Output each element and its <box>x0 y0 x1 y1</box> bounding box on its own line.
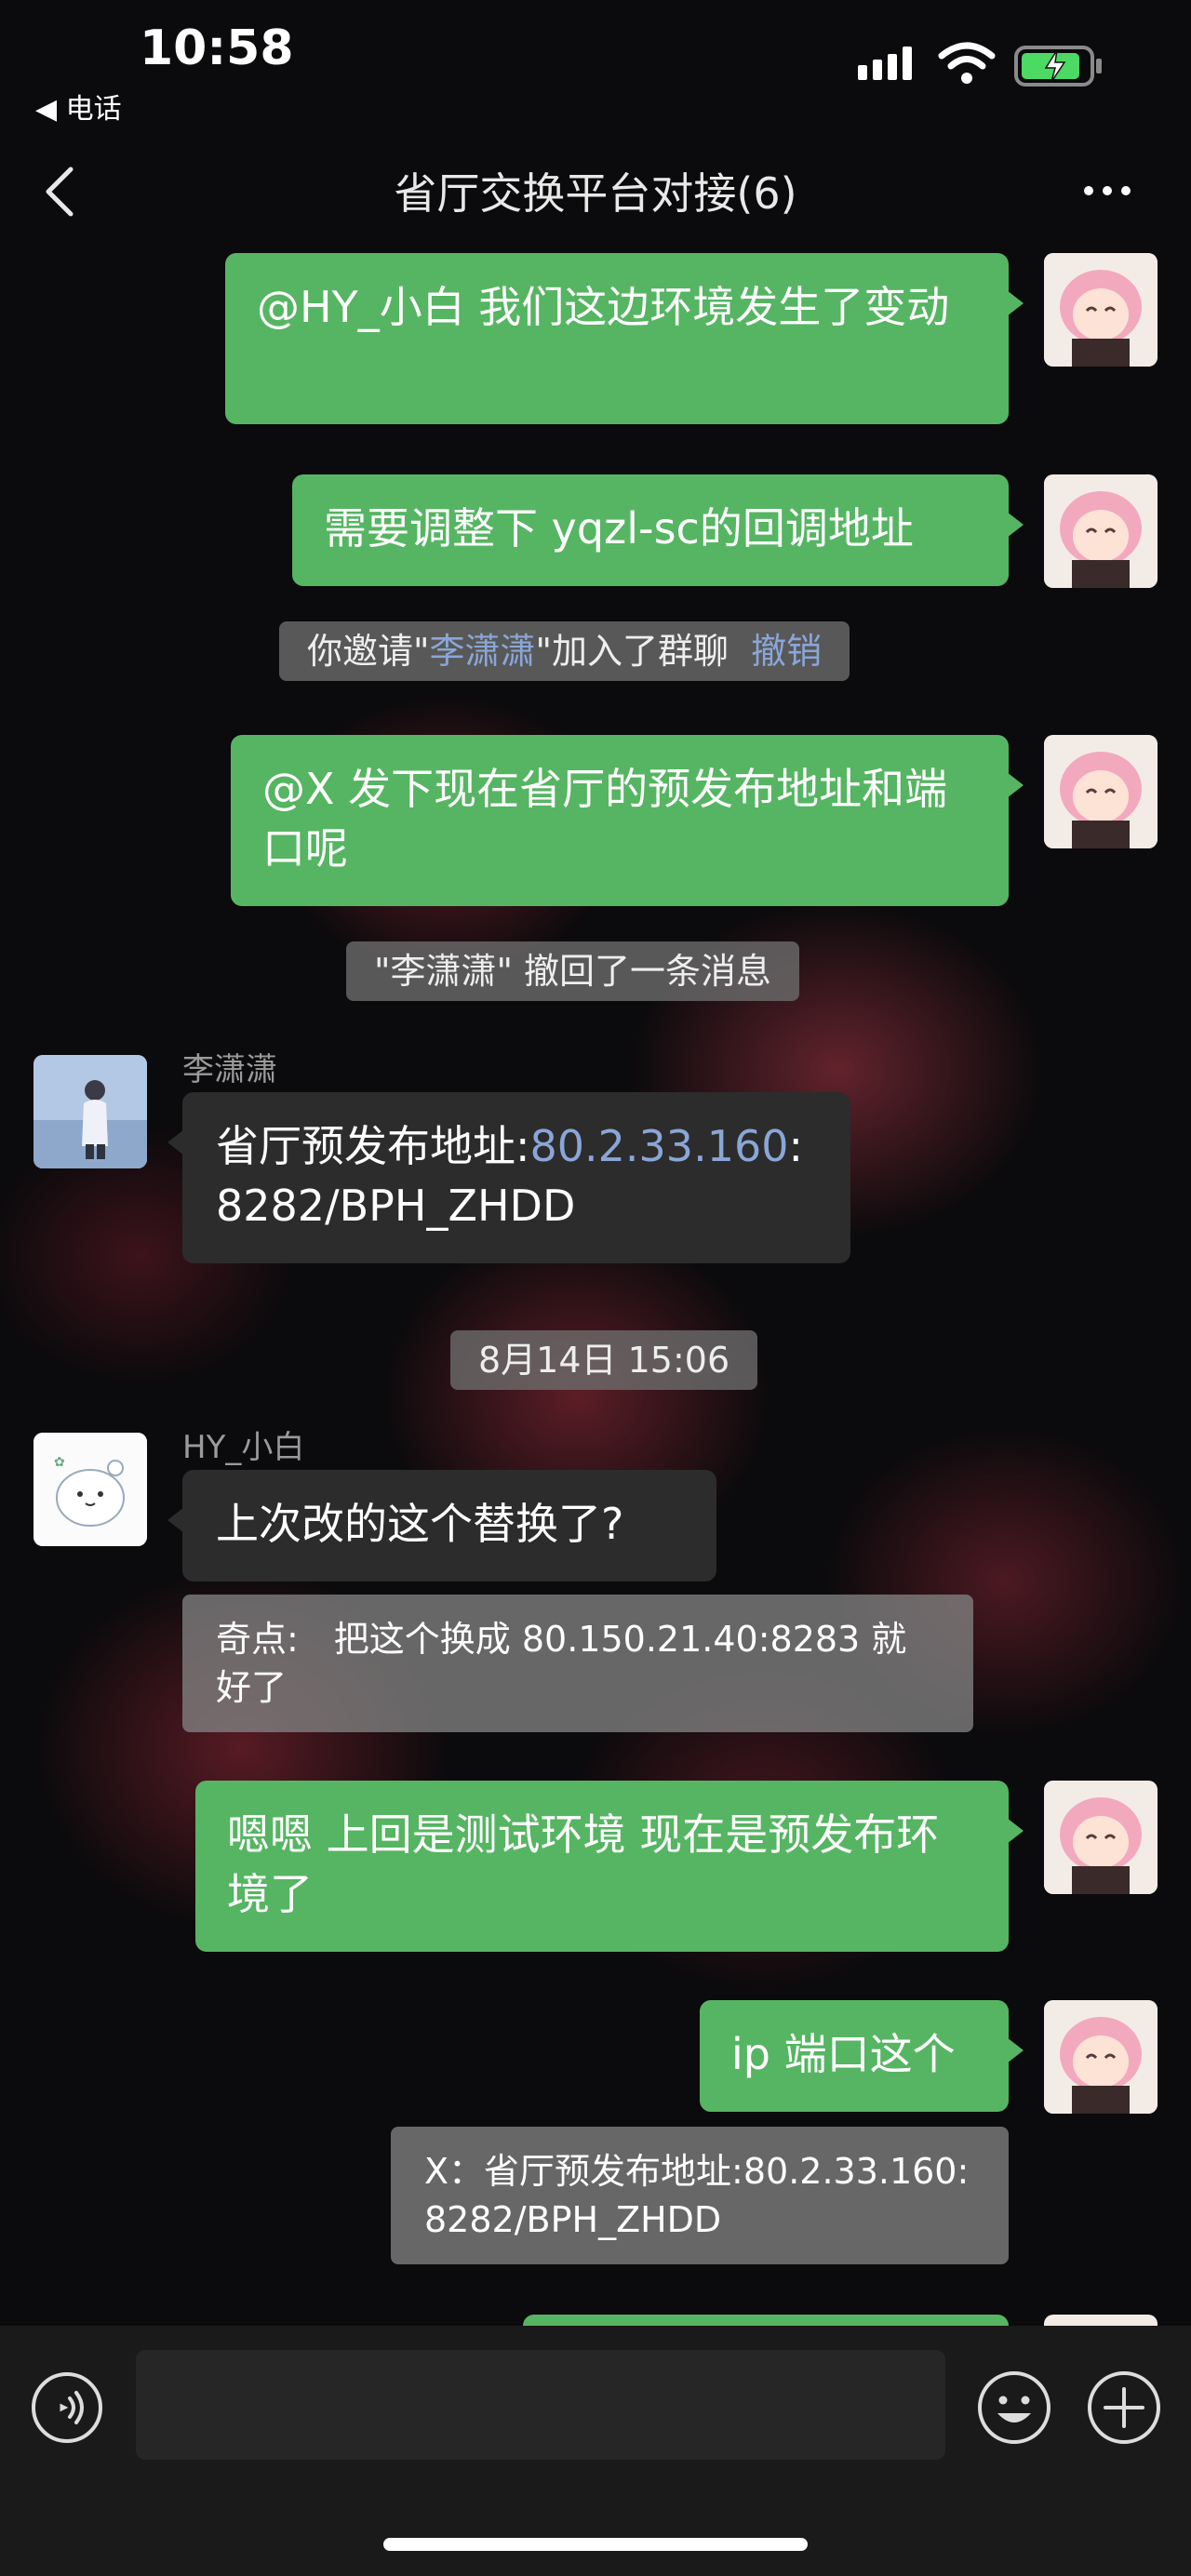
plus-icon[interactable] <box>1085 2369 1163 2447</box>
quote-text: X：省厅预发布地址:80.2.33.160:8282/BPH_ZHDD <box>424 2151 970 2240</box>
voice-icon[interactable] <box>30 2370 104 2445</box>
avatar[interactable] <box>33 1055 147 1168</box>
avatar-image <box>1044 735 1158 848</box>
emoji-icon[interactable] <box>975 2369 1053 2447</box>
message-text: ip 端口这个 <box>731 2029 956 2079</box>
message-text: @HY_小白 我们这边环境发生了变动 <box>257 282 950 332</box>
avatar-partial <box>1044 2315 1158 2326</box>
revoke-invite-link[interactable]: 撤销 <box>751 631 822 672</box>
avatar[interactable] <box>1044 735 1158 848</box>
address-link[interactable]: 80.2.33.160 <box>530 1121 789 1171</box>
sender-name: 李潇潇 <box>182 1051 277 1088</box>
timestamp: 8月14日 15:06 <box>450 1330 758 1390</box>
chat-title: 省厅交换平台对接(6) <box>394 168 797 219</box>
system-text: 你邀请" <box>307 631 430 672</box>
message-text: 省厅预发布地址: <box>216 1121 530 1171</box>
avatar[interactable] <box>1044 1781 1158 1894</box>
signal-icon <box>858 47 912 80</box>
sender-name: HY_小白 <box>182 1429 305 1466</box>
message-text: @X 发下现在省厅的预发布地址和端口呢 <box>262 764 948 874</box>
quoted-message[interactable]: X：省厅预发布地址:80.2.33.160:8282/BPH_ZHDD <box>391 2127 1009 2264</box>
status-time: 10:58 <box>140 20 294 76</box>
message-bubble-outgoing-partial[interactable] <box>523 2315 1009 2326</box>
message-input[interactable] <box>136 2350 945 2460</box>
back-to-app-link[interactable]: ◀ 电话 <box>35 86 122 127</box>
avatar[interactable] <box>1044 2000 1158 2114</box>
avatar-image <box>1044 474 1158 588</box>
avatar-image <box>1044 1781 1158 1894</box>
message-bubble-incoming[interactable]: 上次改的这个替换了? <box>167 1470 716 1582</box>
message-bubble-incoming[interactable]: 省厅预发布地址:80.2.33.160:8282/BPH_ZHDD <box>167 1092 850 1263</box>
message-text: 上次改的这个替换了? <box>216 1499 624 1549</box>
avatar-image <box>33 1055 147 1168</box>
avatar[interactable]: ✿ <box>33 1433 147 1546</box>
more-icon[interactable] <box>1084 186 1131 195</box>
message-text: 需要调整下 yqzl-sc的回调地址 <box>324 503 914 554</box>
avatar-image: ✿ <box>33 1433 147 1546</box>
message-text: 嗯嗯 上回是测试环境 现在是预发布环境了 <box>227 1809 940 1919</box>
system-text: "加入了群聊 <box>535 631 729 672</box>
avatar[interactable] <box>1044 253 1158 367</box>
battery-icon <box>1014 46 1102 87</box>
avatar[interactable] <box>1044 474 1158 588</box>
message-bubble-outgoing[interactable]: 嗯嗯 上回是测试环境 现在是预发布环境了 <box>195 1781 1024 1952</box>
system-message-recall: "李潇潇" 撤回了一条消息 <box>346 941 800 1001</box>
quote-text: 奇点: 把这个换成 80.150.21.40:8283 就好了 <box>216 1619 907 1708</box>
avatar-image <box>1044 253 1158 367</box>
message-bubble-outgoing[interactable]: @HY_小白 我们这边环境发生了变动 <box>225 253 1024 424</box>
home-indicator[interactable] <box>383 2538 808 2551</box>
message-bubble-outgoing[interactable]: @X 发下现在省厅的预发布地址和端口呢 <box>231 735 1024 906</box>
svg-text:✿: ✿ <box>54 1455 65 1470</box>
member-name-link[interactable]: 李潇潇 <box>429 631 535 672</box>
avatar-image <box>1044 2000 1158 2114</box>
message-bubble-outgoing[interactable]: 需要调整下 yqzl-sc的回调地址 <box>292 474 1024 586</box>
quoted-message[interactable]: 奇点: 把这个换成 80.150.21.40:8283 就好了 <box>182 1595 973 1732</box>
wifi-icon <box>938 42 996 84</box>
system-message-invite: 你邀请"李潇潇"加入了群聊 撤销 <box>279 621 850 681</box>
message-bubble-outgoing[interactable]: ip 端口这个 <box>700 2000 1024 2112</box>
